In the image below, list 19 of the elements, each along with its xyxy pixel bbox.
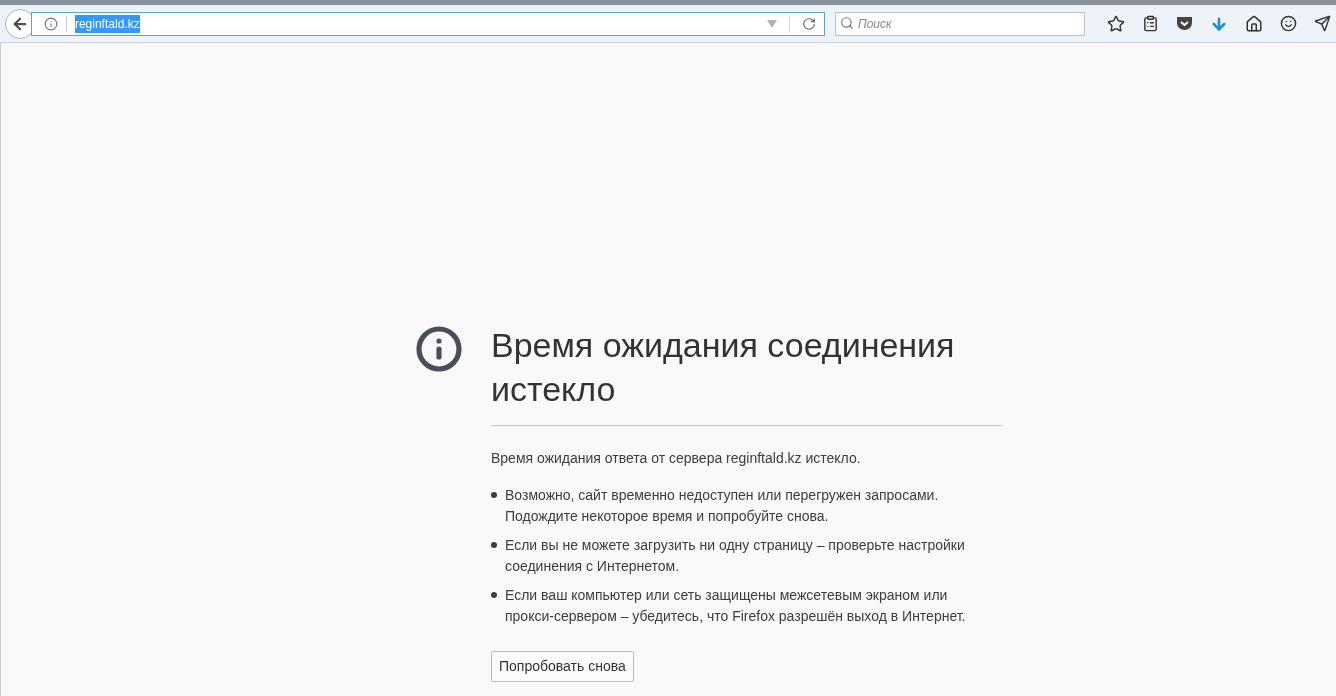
home-icon[interactable] [1245,14,1263,33]
smiley-icon[interactable] [1280,15,1297,32]
clipboard-icon[interactable] [1142,15,1159,32]
info-icon [415,325,463,373]
reload-icon[interactable] [802,16,816,31]
url-text: reginftald.kz [74,14,140,33]
dropdown-caret-icon [767,19,777,28]
info-icon [43,16,58,31]
suggestion-text: Если вы не можете загрузить ни одну страницу – проверьте настройки соединения с Интернетом. [505,536,966,576]
send-icon[interactable] [1314,15,1331,32]
error-title: Время ожидания соединения истекло [491,323,1003,426]
error-message: Время ожидания ответа от сервера reginftald.kz истекло. [491,449,862,468]
shield-icon[interactable] [1176,16,1193,31]
search-field[interactable]: Поиск [835,12,1085,36]
suggestion-text: Возможно, сайт временно недоступен или перегружен запросами. Подождите некоторое время и попробуйте снова. [505,486,940,526]
search-icon [840,16,854,30]
bookmark-star-icon[interactable] [1107,14,1125,33]
suggestion-text: Если ваш компьютер или сеть защищены межсетевым экраном или прокси-сервером – убедитесь, что Firefox разрешён выход в Интернет. [505,586,967,626]
try-again-button[interactable]: Попробовать снова [491,651,634,682]
